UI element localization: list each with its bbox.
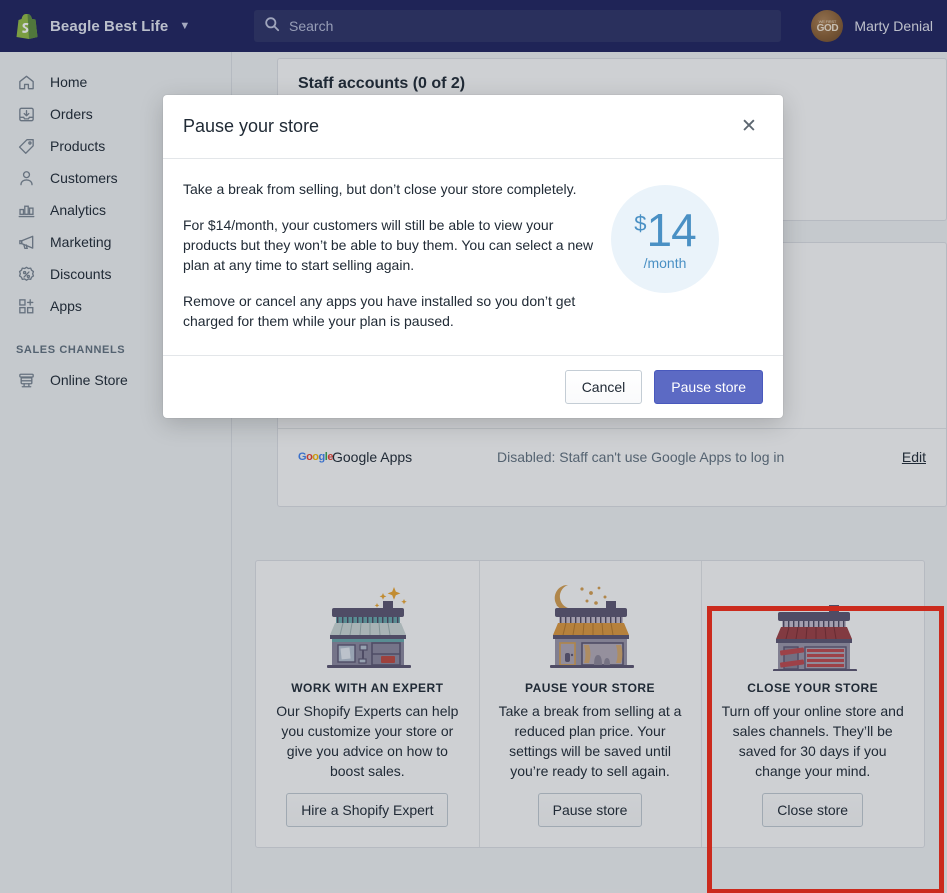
close-icon[interactable]: ✕ (735, 113, 763, 141)
price-period: /month (643, 255, 687, 271)
modal-paragraph-2: For $14/month, your customers will still… (183, 217, 594, 273)
shopify-admin-page: Beagle Best Life ▼ WE FIRST GOD Marty De… (0, 0, 947, 893)
modal-body: Take a break from selling, but don’t clo… (163, 159, 783, 355)
price-badge: $ 14 /month (611, 185, 719, 293)
modal-paragraph-1: Take a break from selling, but don’t clo… (183, 181, 577, 197)
cancel-button[interactable]: Cancel (564, 370, 643, 404)
modal-header: Pause your store ✕ (163, 95, 783, 159)
modal-footer: Cancel Pause store (163, 355, 783, 418)
modal-paragraph-3: Remove or cancel any apps you have insta… (183, 293, 576, 329)
price-amount: 14 (646, 204, 697, 256)
pause-store-modal: Pause your store ✕ Take a break from sel… (163, 95, 783, 418)
price-currency: $ (634, 211, 647, 236)
pause-store-confirm-button[interactable]: Pause store (654, 370, 763, 404)
modal-title: Pause your store (183, 116, 320, 136)
